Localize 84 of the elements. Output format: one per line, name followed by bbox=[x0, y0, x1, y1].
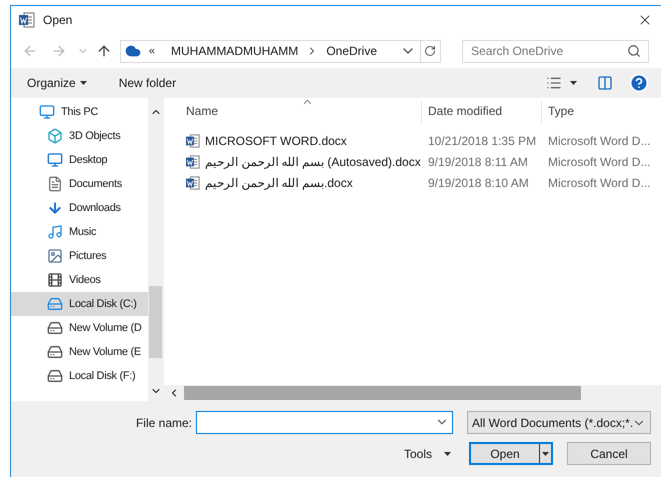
preview-pane-button[interactable] bbox=[597, 75, 613, 91]
file-date: 9/19/2018 8:10 AM bbox=[427, 174, 530, 192]
file-date: 10/21/2018 1:35 PM bbox=[427, 132, 538, 150]
nav-label: Desktop bbox=[69, 152, 108, 168]
desktop-icon bbox=[47, 152, 63, 168]
cube-icon bbox=[47, 128, 63, 144]
nav-label: New Volume (D bbox=[69, 320, 142, 336]
file-type-dropdown[interactable]: All Word Documents (*.docx;*. bbox=[467, 411, 651, 434]
file-date: 9/19/2018 8:11 AM bbox=[427, 154, 529, 170]
nav-label: Music bbox=[69, 224, 96, 240]
list-view-icon bbox=[546, 75, 562, 91]
column-header[interactable]: Name bbox=[164, 102, 422, 124]
computer-icon bbox=[39, 104, 55, 120]
document-icon bbox=[47, 176, 63, 192]
file-name: بسم الله الرحمن الرحيم.docx bbox=[205, 174, 353, 192]
sort-indicator-icon bbox=[304, 100, 311, 104]
film-icon bbox=[47, 272, 63, 288]
search-field[interactable]: Search OneDrive bbox=[462, 40, 649, 62]
file-name: بسم الله الرحمن الرحيم (Autosaved).docx bbox=[205, 154, 421, 170]
nav-label: Downloads bbox=[69, 200, 121, 216]
nav-label: Local Disk (C:) bbox=[69, 296, 137, 312]
word-app-icon bbox=[19, 12, 35, 28]
word-document-icon bbox=[186, 134, 200, 148]
cancel-button[interactable]: Cancel bbox=[567, 442, 651, 465]
view-options-button[interactable] bbox=[546, 75, 577, 91]
nav-label: Videos bbox=[69, 272, 101, 288]
nav-item[interactable]: This PC bbox=[11, 100, 148, 124]
tools-button[interactable]: Tools bbox=[404, 444, 451, 462]
nav-label: Local Disk (F:) bbox=[69, 368, 136, 384]
scroll-thumb[interactable] bbox=[149, 286, 162, 358]
caret-icon bbox=[570, 81, 577, 85]
nav-item[interactable]: Desktop bbox=[11, 148, 148, 172]
organize-button[interactable]: Organize bbox=[27, 74, 87, 92]
new-folder-button[interactable]: New folder bbox=[118, 74, 176, 92]
breadcrumb[interactable]: OneDrive bbox=[326, 42, 377, 60]
pane-icon bbox=[597, 75, 613, 91]
nav-item[interactable]: New Volume (E bbox=[11, 340, 148, 364]
help-button[interactable] bbox=[629, 73, 649, 93]
horizontal-scrollbar[interactable] bbox=[164, 385, 661, 401]
nav-item[interactable]: Music bbox=[11, 220, 148, 244]
file-name-label: File name: bbox=[136, 414, 192, 432]
picture-icon bbox=[47, 248, 63, 264]
drive-icon bbox=[47, 344, 63, 360]
nav-item[interactable]: Local Disk (C:) bbox=[11, 292, 148, 316]
file-type: Microsoft Word D... bbox=[547, 154, 652, 170]
file-name-field[interactable] bbox=[196, 411, 453, 434]
nav-label: 3D Objects bbox=[69, 128, 120, 144]
nav-item[interactable]: Videos bbox=[11, 268, 148, 292]
nav-label: This PC bbox=[61, 104, 98, 120]
file-type: Microsoft Word D... bbox=[547, 174, 652, 192]
nav-item[interactable]: New Volume (D bbox=[11, 316, 148, 340]
cloud-icon bbox=[124, 43, 141, 59]
music-icon bbox=[47, 224, 63, 240]
nav-item[interactable]: 3D Objects bbox=[11, 124, 148, 148]
nav-item[interactable]: Local Disk (F:) bbox=[11, 364, 148, 388]
help-icon bbox=[629, 73, 649, 93]
word-document-icon bbox=[186, 176, 200, 190]
nav-label: New Volume (E bbox=[69, 344, 141, 360]
nav-item[interactable]: Documents bbox=[11, 172, 148, 196]
word-document-icon bbox=[186, 154, 200, 168]
file-row[interactable]: MICROSOFT WORD.docx 10/21/2018 1:35 PM Microsoft Word D... bbox=[164, 130, 661, 151]
open-button[interactable]: Open bbox=[469, 442, 553, 465]
scroll-thumb[interactable] bbox=[184, 386, 581, 400]
nav-item[interactable]: Downloads bbox=[11, 196, 148, 220]
file-type: Microsoft Word D... bbox=[547, 132, 652, 150]
split-caret-icon bbox=[542, 452, 549, 456]
search-icon bbox=[627, 44, 641, 58]
overflow-indicator: « bbox=[148, 44, 155, 59]
column-header[interactable]: Type bbox=[542, 102, 661, 124]
address-bar[interactable]: « MUHAMMADMUHAMM OneDrive bbox=[120, 40, 441, 62]
download-icon bbox=[47, 200, 63, 216]
drive-icon bbox=[47, 320, 63, 336]
window-title: Open bbox=[43, 12, 72, 29]
nav-item[interactable]: Pictures bbox=[11, 244, 148, 268]
drive-icon bbox=[47, 296, 63, 312]
caret-icon bbox=[444, 452, 451, 456]
breadcrumb[interactable]: MUHAMMADMUHAMM bbox=[170, 42, 298, 60]
nav-label: Pictures bbox=[69, 248, 106, 264]
nav-label: Documents bbox=[69, 176, 122, 192]
refresh-icon bbox=[424, 45, 436, 57]
file-name: MICROSOFT WORD.docx bbox=[205, 132, 347, 150]
column-header[interactable]: Date modified bbox=[422, 102, 542, 124]
caret-icon bbox=[80, 81, 87, 85]
drive-icon bbox=[47, 368, 63, 384]
